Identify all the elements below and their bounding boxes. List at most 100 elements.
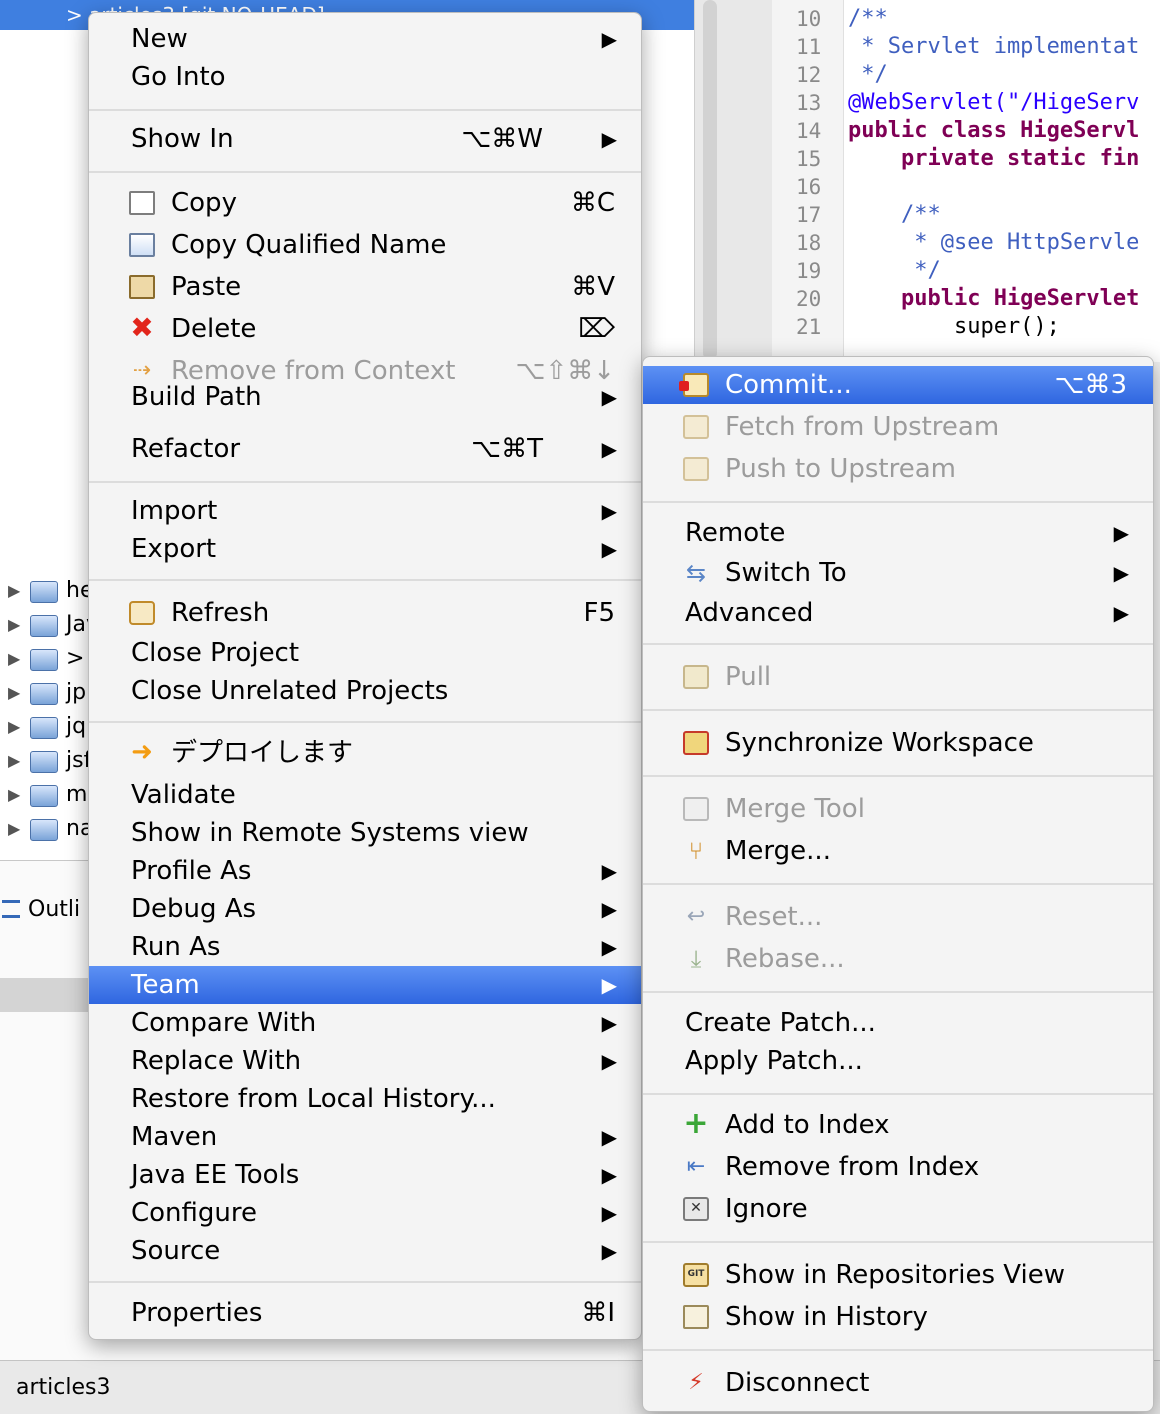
menu-item-paste[interactable]: Paste ⌘V: [89, 268, 641, 306]
menu-item-source[interactable]: Source ▶: [89, 1232, 641, 1270]
menu-item-label: Compare With: [131, 1008, 317, 1038]
menu-item-label: Team: [131, 970, 200, 1000]
reset-icon: ↩: [686, 904, 706, 929]
menu-item-label: Add to Index: [725, 1110, 890, 1140]
code-editor[interactable]: 10/** 11 * Servlet implementat 12 */13 @Web…: [772, 0, 1160, 362]
code-line: 21 super();: [772, 313, 1160, 341]
menu-item-show-in-history[interactable]: Show in History: [643, 1298, 1153, 1336]
code-text: */: [848, 258, 941, 283]
menu-item-merge[interactable]: ⑂ Merge...: [643, 832, 1153, 870]
explorer-scrollbar[interactable]: [694, 0, 772, 360]
menu-item-synchronize-workspace[interactable]: Synchronize Workspace: [643, 724, 1153, 762]
menu-item-merge-tool[interactable]: Merge Tool: [643, 790, 1153, 828]
submenu-arrow-icon: ▶: [601, 385, 617, 409]
scrollbar-knob[interactable]: [703, 0, 717, 360]
expand-icon[interactable]: ▶: [8, 676, 20, 710]
menu-item-go-into[interactable]: Go Into: [89, 58, 641, 96]
menu-item-add-to-index[interactable]: + Add to Index: [643, 1106, 1153, 1144]
menu-item-profile-as[interactable]: Profile As ▶: [89, 852, 641, 890]
menu-item-import[interactable]: Import ▶: [89, 492, 641, 530]
menu-item-remove-from-index[interactable]: ⇤ Remove from Index: [643, 1148, 1153, 1186]
menu-item-ignore[interactable]: ✕ Ignore: [643, 1190, 1153, 1228]
menu-item-label: Fetch from Upstream: [725, 412, 1000, 442]
delete-icon: ✖: [130, 311, 154, 344]
menu-item-create-patch[interactable]: Create Patch...: [643, 1004, 1153, 1042]
menu-item-reset[interactable]: ↩ Reset...: [643, 898, 1153, 936]
menu-item-show-in[interactable]: Show In ⌥⌘W ▶: [89, 120, 641, 158]
tree-row[interactable]: ▶ jp: [0, 676, 100, 710]
menu-item-switch-to[interactable]: ⇆ Switch To ▶: [643, 554, 1153, 592]
menu-item-restore-from-local-history[interactable]: Restore from Local History...: [89, 1080, 641, 1118]
expand-icon[interactable]: ▶: [8, 744, 20, 778]
menu-item-push-to-upstream[interactable]: Push to Upstream: [643, 450, 1153, 488]
menu-item-label: Properties: [131, 1298, 263, 1328]
code-line: 16: [772, 173, 1160, 201]
expand-icon[interactable]: ▶: [8, 608, 20, 642]
menu-item-compare-with[interactable]: Compare With ▶: [89, 1004, 641, 1042]
history-icon: [683, 1305, 709, 1329]
tree-row[interactable]: ▶ jsf: [0, 744, 100, 778]
menu-item-copy-qualified-name[interactable]: Copy Qualified Name: [89, 226, 641, 264]
menu-item-fetch-from-upstream[interactable]: Fetch from Upstream: [643, 408, 1153, 446]
menu-item-delete[interactable]: ✖ Delete ⌦: [89, 310, 641, 348]
menu-item-java-ee-tools[interactable]: Java EE Tools ▶: [89, 1156, 641, 1194]
menu-item-copy[interactable]: Copy ⌘C: [89, 184, 641, 222]
outline-selected-row[interactable]: [0, 978, 100, 1012]
menu-item-refresh[interactable]: Refresh F5: [89, 594, 641, 632]
menu-item-configure[interactable]: Configure ▶: [89, 1194, 641, 1232]
commit-icon: [679, 373, 709, 397]
menu-item-replace-with[interactable]: Replace With ▶: [89, 1042, 641, 1080]
menu-item-rebase[interactable]: ⤓ Rebase...: [643, 940, 1153, 978]
expand-icon[interactable]: ▶: [8, 574, 20, 608]
menu-item-show-in-remote-systems-view[interactable]: Show in Remote Systems view: [89, 814, 641, 852]
tree-row[interactable]: ▶ >: [0, 642, 100, 676]
menu-item-run-as[interactable]: Run As ▶: [89, 928, 641, 966]
menu-item-show-in-repositories-view[interactable]: GIT Show in Repositories View: [643, 1256, 1153, 1294]
tree-row[interactable]: ▶ na: [0, 812, 100, 846]
tree-row[interactable]: ▶ m: [0, 778, 100, 812]
menu-item-export[interactable]: Export ▶: [89, 530, 641, 568]
menu-item-maven[interactable]: Maven ▶: [89, 1118, 641, 1156]
submenu-arrow-icon: ▶: [601, 973, 617, 997]
submenu-arrow-icon: ▶: [601, 1049, 617, 1073]
remove-index-icon: ⇤: [686, 1154, 706, 1179]
menu-item-label: Disconnect: [725, 1368, 870, 1398]
menu-item-close-unrelated-projects[interactable]: Close Unrelated Projects: [89, 672, 641, 710]
code-text: public class HigeServl: [848, 118, 1140, 143]
context-menu: New ▶ Go Into Show In ⌥⌘W ▶ Copy ⌘C Copy Qualifi…: [88, 12, 642, 1340]
tree-row[interactable]: ▶ he: [0, 574, 100, 608]
menu-item-team[interactable]: Team ▶: [89, 966, 641, 1004]
menu-item-debug-as[interactable]: Debug As ▶: [89, 890, 641, 928]
tree-row[interactable]: ▶ Jav: [0, 608, 100, 642]
menu-item-label: Debug As: [131, 894, 257, 924]
expand-icon[interactable]: ▶: [8, 812, 20, 846]
submenu-arrow-icon: ▶: [601, 1239, 617, 1263]
menu-item-pull[interactable]: Pull: [643, 658, 1153, 696]
tree-row[interactable]: ▶ jq: [0, 710, 100, 744]
menu-item-apply-patch[interactable]: Apply Patch...: [643, 1042, 1153, 1080]
menu-item-label: Close Project: [131, 638, 300, 668]
submenu-arrow-icon: ▶: [601, 1125, 617, 1149]
expand-icon[interactable]: ▶: [8, 710, 20, 744]
menu-item-label: Switch To: [725, 558, 847, 588]
menu-item-commit[interactable]: Commit... ⌥⌘3: [643, 366, 1153, 404]
merge-icon: ⑂: [688, 837, 704, 865]
expand-icon[interactable]: ▶: [8, 642, 20, 676]
menu-item-refactor[interactable]: Refactor ⌥⌘T ▶: [89, 430, 641, 468]
menu-item-label: Show in History: [725, 1302, 928, 1332]
project-icon: [30, 785, 58, 807]
menu-item-label: Synchronize Workspace: [725, 728, 1034, 758]
menu-item-close-project[interactable]: Close Project: [89, 634, 641, 672]
menu-item-disconnect[interactable]: ⚡ Disconnect: [643, 1364, 1153, 1402]
menu-item-new[interactable]: New ▶: [89, 20, 641, 58]
menu-item-label: Source: [131, 1236, 221, 1266]
rebase-icon: ⤓: [690, 945, 702, 973]
expand-icon[interactable]: ▶: [8, 778, 20, 812]
menu-item-item[interactable]: ➜ デプロイします: [89, 734, 641, 772]
menu-item-build-path[interactable]: Build Path ▶: [89, 378, 641, 416]
menu-item-properties[interactable]: Properties ⌘I: [89, 1294, 641, 1332]
menu-item-advanced[interactable]: Advanced ▶: [643, 594, 1153, 632]
menu-item-label: Remote: [685, 518, 786, 548]
menu-item-validate[interactable]: Validate: [89, 776, 641, 814]
menu-item-remote[interactable]: Remote ▶: [643, 514, 1153, 552]
